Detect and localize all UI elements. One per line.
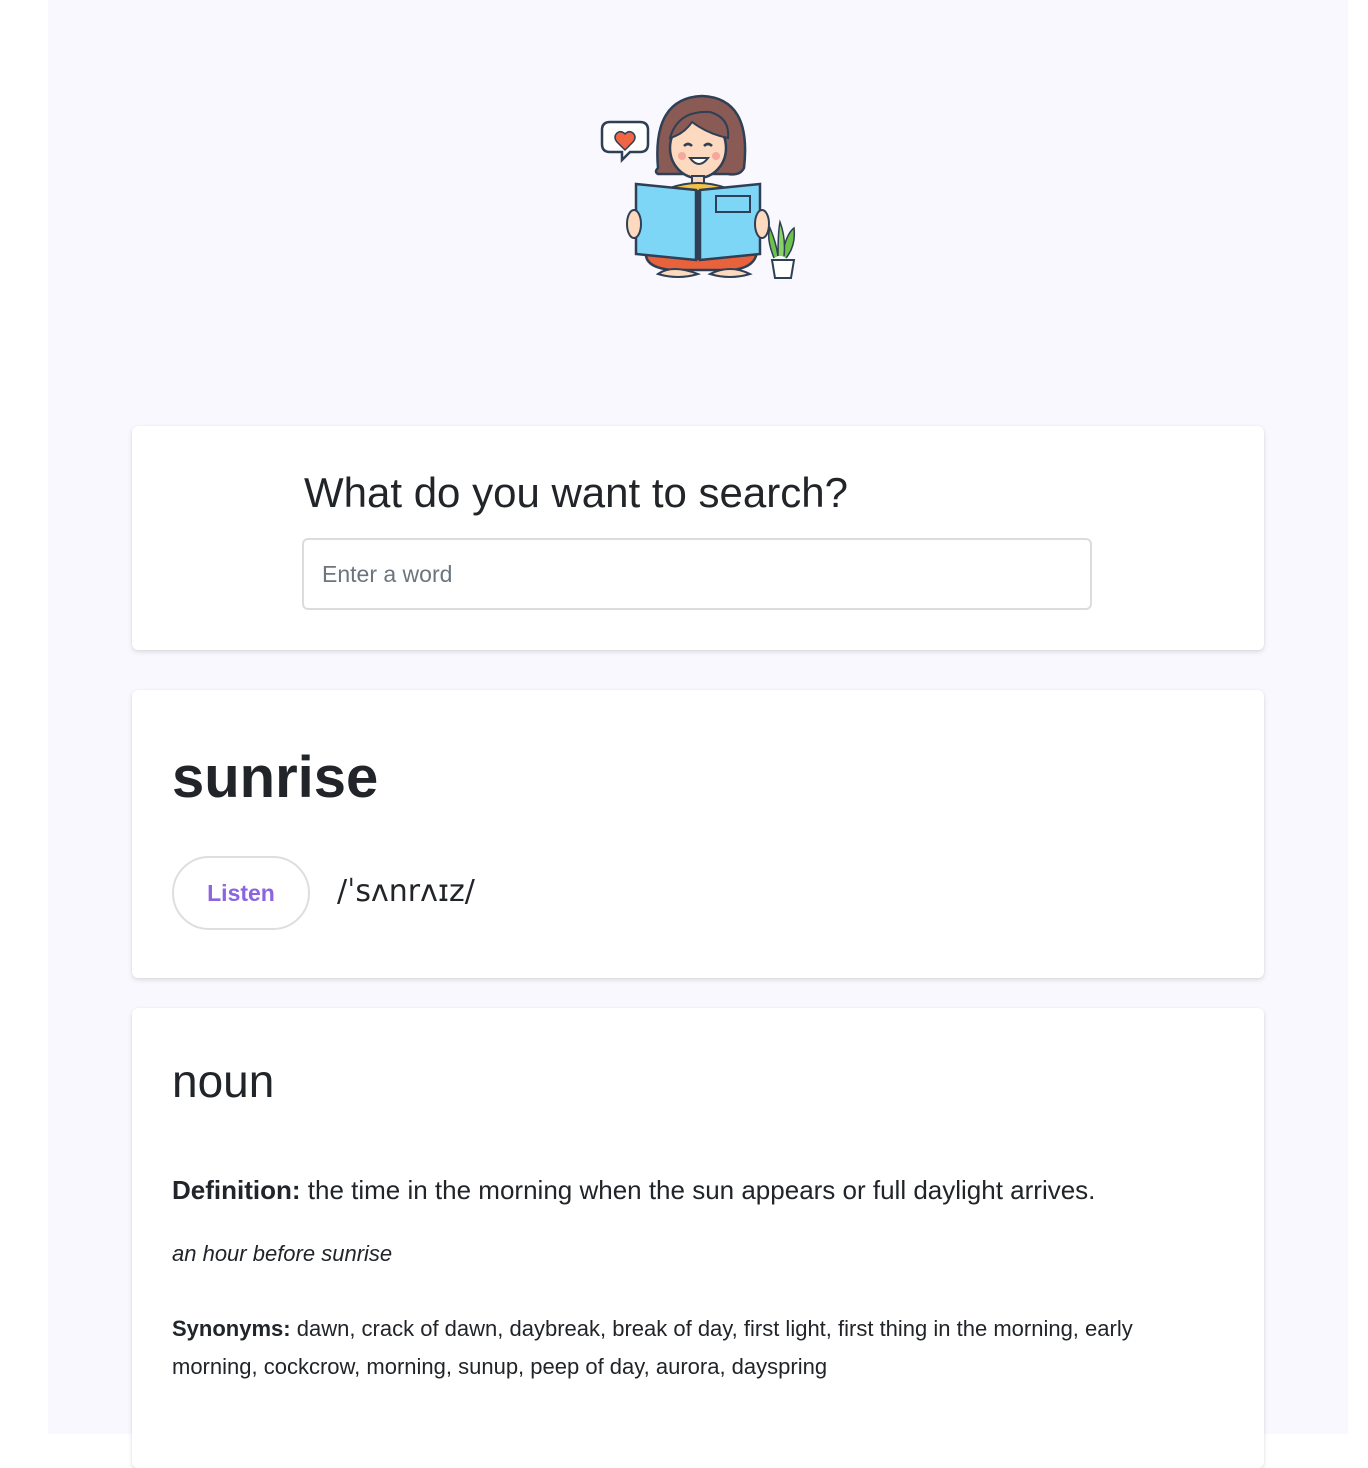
search-card: What do you want to search? <box>132 426 1264 650</box>
reading-girl-illustration <box>600 94 796 279</box>
definition-value: the time in the morning when the sun app… <box>307 1175 1096 1205</box>
listen-button[interactable]: Listen <box>172 856 310 930</box>
page-background: What do you want to search? sunrise List… <box>48 0 1348 1468</box>
search-input[interactable] <box>302 538 1092 610</box>
example-text: an hour before sunrise <box>172 1241 393 1266</box>
synonyms-label: Synonyms: <box>172 1316 291 1341</box>
search-heading: What do you want to search? <box>304 469 848 516</box>
synonyms-text: Synonyms: dawn, crack of dawn, daybreak,… <box>172 1310 1162 1386</box>
word-card: sunrise Listen /ˈsʌnrʌɪz/ <box>132 690 1264 978</box>
definition-label: Definition: <box>172 1175 301 1205</box>
phonetic-text: /ˈsʌnrʌɪz/ <box>337 874 475 909</box>
definition-text: Definition: the time in the morning when… <box>172 1172 1232 1208</box>
meaning-card: noun Definition: the time in the morning… <box>132 1008 1264 1468</box>
part-of-speech: noun <box>172 1055 275 1107</box>
synonyms-value: dawn, crack of dawn, daybreak, break of … <box>172 1316 1133 1379</box>
word-title: sunrise <box>172 745 379 810</box>
